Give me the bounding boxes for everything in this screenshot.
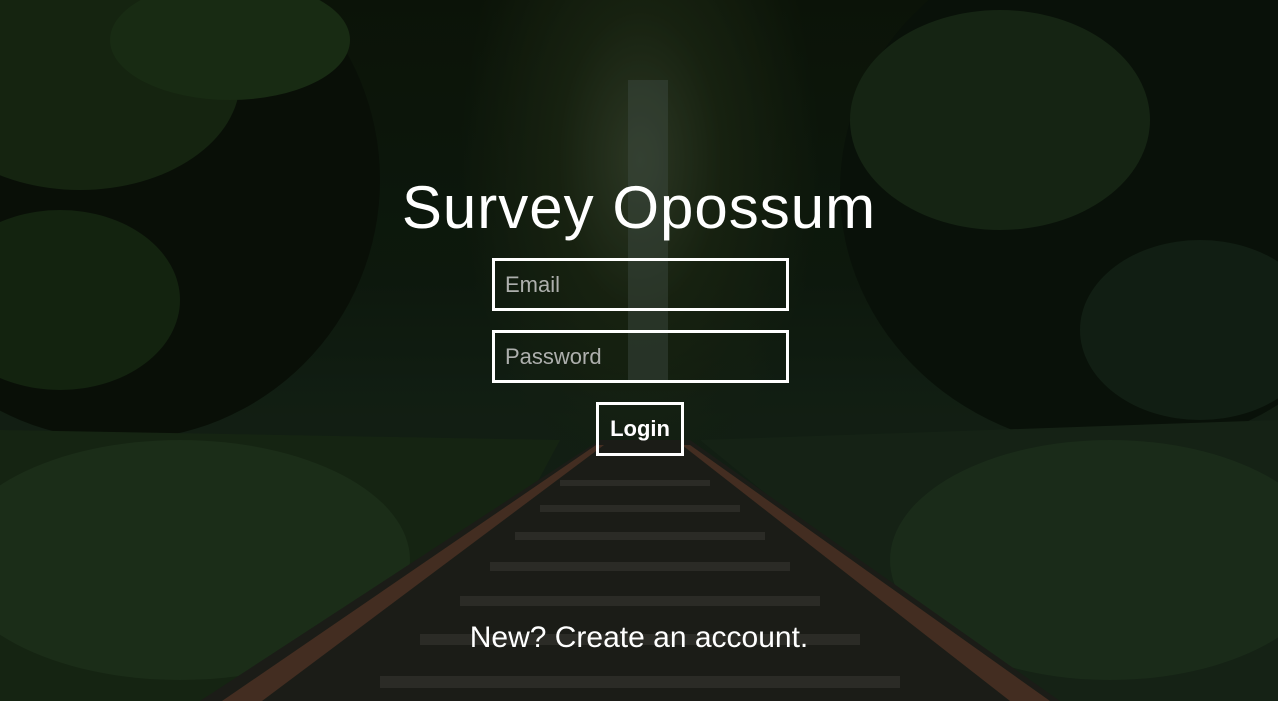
login-button[interactable]: Login [596,402,684,456]
create-account-link[interactable]: New? Create an account. [0,618,1278,658]
password-field[interactable] [492,330,789,383]
app-title: Survey Opossum [401,174,877,241]
login-screen: Survey Opossum Login New? Create an acco… [0,0,1278,701]
email-field[interactable] [492,258,789,311]
